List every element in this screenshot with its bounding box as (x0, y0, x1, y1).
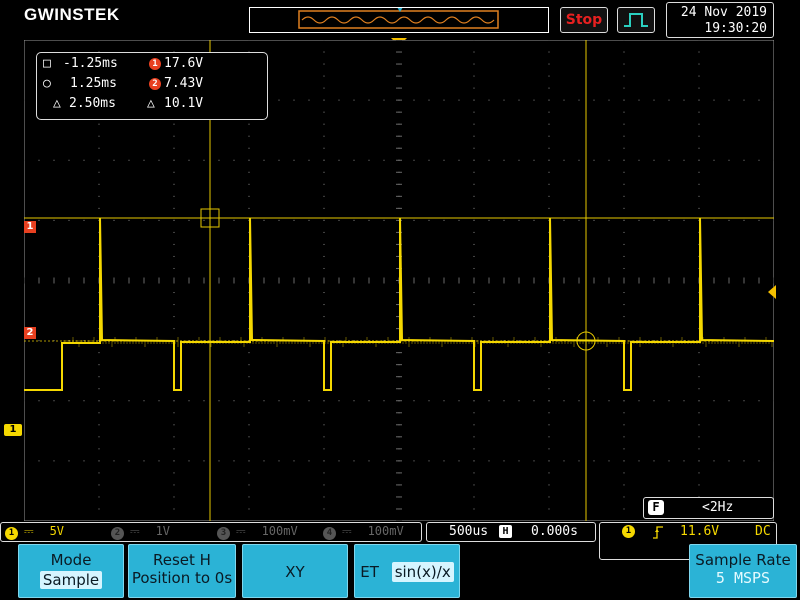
cursor-v1-value: 17.6V (164, 56, 204, 71)
cursor-h1-value: -1.25ms (63, 56, 118, 71)
cursor-h2-symbol: ○ (43, 76, 51, 91)
mode-softkey[interactable]: Mode Sample (18, 544, 124, 598)
et-label: ET (360, 563, 379, 581)
ch1-badge-icon: 1 (149, 58, 161, 70)
xy-label: XY (285, 563, 305, 581)
channel-1-status[interactable]: 1 ⎓ 5V (5, 524, 64, 540)
ch1-ground-marker[interactable]: 1 (4, 424, 22, 436)
trigger-source-badge: 1 (622, 525, 635, 538)
frequency-icon: F (648, 500, 664, 515)
reset-h-line2: Position to 0s (131, 569, 233, 587)
memory-overview-bar[interactable] (249, 7, 549, 33)
channel-1-badge: 1 (5, 527, 18, 540)
time-text: 19:30:20 (704, 21, 767, 36)
channel-4-status[interactable]: 4 ⎓ 100mV (323, 524, 404, 540)
et-interpolation-softkey[interactable]: ET sin(x)/x (354, 544, 460, 598)
run-stop-status[interactable]: Stop (560, 7, 608, 33)
channel-3-badge: 3 (217, 527, 230, 540)
mode-label: Mode (50, 551, 92, 569)
dc-coupling-icon: ⎓ (236, 524, 246, 538)
trigger-coupling: DC (755, 524, 771, 539)
cursor-1-marker: 1 (24, 221, 36, 233)
timebase-scale: 500us (449, 524, 489, 539)
sample-rate-label: Sample Rate (695, 551, 791, 569)
trigger-level-value: 11.6V (680, 524, 720, 539)
cursor-dh-value: 2.50ms (69, 96, 116, 111)
trigger-level-marker[interactable] (766, 285, 776, 299)
channel-2-badge: 2 (111, 527, 124, 540)
cursor-dv-value: 10.1V (164, 96, 204, 111)
ch2-badge-icon: 2 (149, 78, 161, 90)
rising-edge-icon (653, 526, 663, 539)
cursor-h1-symbol: □ (43, 56, 51, 71)
horizontal-position-value: 0.000s (531, 524, 578, 539)
reset-h-line1: Reset H (153, 551, 211, 569)
cursor-readout-panel: □ -1.25ms ○ 1.25ms △ 2.50ms 1 17.6V 2 7.… (36, 52, 268, 120)
date-time-display: 24 Nov 2019 19:30:20 (666, 2, 774, 38)
memory-overview-waveform (298, 7, 499, 29)
cursor-h2-value: 1.25ms (70, 76, 117, 91)
dc-coupling-icon: ⎓ (24, 524, 34, 538)
delta-symbol-v: △ (147, 96, 155, 111)
sample-rate-softkey[interactable]: Sample Rate 5 MSPS (689, 544, 797, 598)
xy-softkey[interactable]: XY (242, 544, 348, 598)
reset-h-position-softkey[interactable]: Reset H Position to 0s (128, 544, 236, 598)
trigger-mode-icon[interactable] (617, 7, 655, 33)
channel-status-bar[interactable]: 1 ⎓ 5V 2 ⎓ 1V 3 ⎓ 100mV 4 ⎓ 100mV (0, 522, 422, 542)
mode-value: Sample (39, 571, 103, 589)
frequency-value: <2Hz (702, 500, 734, 515)
channel-4-scale: 100mV (367, 524, 404, 538)
interpolation-value: sin(x)/x (391, 562, 454, 582)
horizontal-position-icon: H (499, 525, 512, 538)
brand-logo: GWINSTEK (24, 5, 120, 24)
channel-2-scale: 1V (155, 524, 171, 538)
cursor-v2-value: 7.43V (164, 76, 204, 91)
channel-2-status[interactable]: 2 ⎓ 1V (111, 524, 170, 540)
sample-rate-value: 5 MSPS (715, 569, 771, 587)
dc-coupling-icon: ⎓ (342, 524, 352, 538)
dc-coupling-icon: ⎓ (130, 524, 140, 538)
frequency-counter: F <2Hz (643, 497, 774, 519)
date-text: 24 Nov 2019 (680, 5, 767, 20)
channel-3-scale: 100mV (261, 524, 298, 538)
channel-3-status[interactable]: 3 ⎓ 100mV (217, 524, 298, 540)
cursor-2-marker: 2 (24, 327, 36, 339)
timebase-status[interactable]: 500us H 0.000s (426, 522, 596, 542)
channel-4-badge: 4 (323, 527, 336, 540)
channel-1-scale: 5V (49, 524, 65, 538)
delta-symbol: △ (53, 96, 61, 111)
